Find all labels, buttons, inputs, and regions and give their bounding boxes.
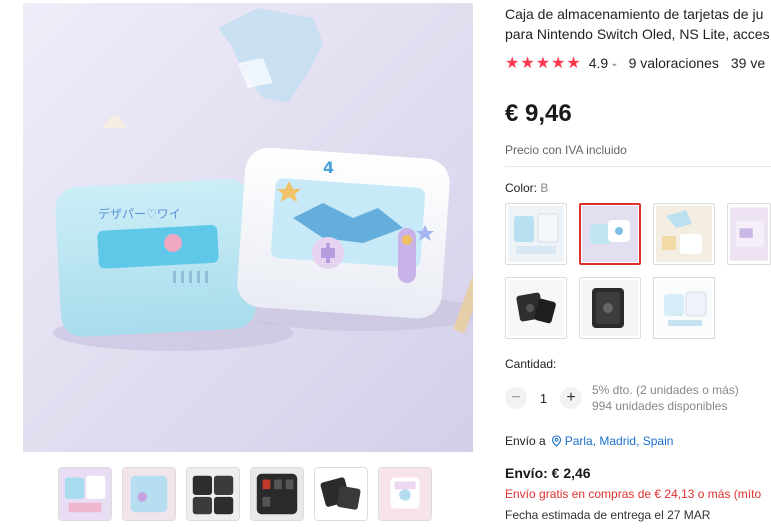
star-icon: ★: [551, 55, 566, 72]
product-title: Caja de almacenamiento de tarjetas de ju…: [505, 4, 771, 44]
rating-value[interactable]: 4.9: [589, 55, 608, 71]
delivery-estimate: Fecha estimada de entrega el 27 MAR: [505, 508, 711, 522]
color-swatch-f[interactable]: [579, 277, 641, 339]
shipping-cost: Envío: € 2,46: [505, 465, 591, 481]
ship-to-row: Envío a Parla, Madrid, Spain: [505, 434, 673, 448]
thumbnail-6[interactable]: [378, 467, 432, 521]
thumbnail-2[interactable]: [122, 467, 176, 521]
main-product-image[interactable]: デザパー♡ワイ 4: [23, 3, 473, 452]
thumbnail-4[interactable]: [250, 467, 304, 521]
star-icon: ★: [535, 55, 551, 72]
color-swatch-e[interactable]: [505, 277, 567, 339]
quantity-label: Cantidad:: [505, 357, 557, 371]
quantity-value[interactable]: 1: [527, 391, 560, 406]
star-icon: ★: [505, 55, 520, 72]
product-title-line-2: para Nintendo Switch Oled, NS Lite, acce…: [505, 26, 770, 42]
color-selected-value: B: [540, 181, 549, 195]
quantity-info: 5% dto. (2 unidades o más) 994 unidades …: [592, 382, 739, 414]
thumbnail-1[interactable]: [58, 467, 112, 521]
thumbnail-5[interactable]: [314, 467, 368, 521]
location-pin-icon: [551, 435, 561, 447]
ship-to-label: Envío a: [505, 434, 546, 448]
color-swatch-a[interactable]: [505, 203, 567, 265]
vat-note: Precio con IVA incluido: [505, 143, 627, 157]
divider: [505, 166, 771, 167]
sold-count: 39 ve: [730, 55, 766, 71]
star-rating: ★ ★ ★ ★ ★: [505, 53, 581, 73]
thumbnail-strip: [58, 467, 432, 521]
free-shipping-note: Envío gratis en compras de € 24,13 o más…: [505, 487, 762, 501]
stock-available: 994 unidades disponibles: [592, 399, 728, 413]
svg-text:デザパー♡ワイ: デザパー♡ワイ: [98, 206, 181, 221]
star-icon: ★: [566, 55, 581, 72]
color-swatch-g[interactable]: [653, 277, 715, 339]
color-label-text: Color:: [505, 181, 541, 195]
quantity-decrease-button[interactable]: −: [505, 387, 527, 409]
color-swatch-b[interactable]: [579, 203, 641, 265]
color-label: Color: B: [505, 181, 548, 195]
ship-location-link[interactable]: Parla, Madrid, Spain: [565, 434, 674, 448]
color-swatch-c[interactable]: [653, 203, 715, 265]
thumbnail-3[interactable]: [186, 467, 240, 521]
chevron-down-icon[interactable]: ⌄: [610, 58, 618, 69]
rating-row: ★ ★ ★ ★ ★ 4.9 ⌄ 9 valoraciones 39 ve: [505, 53, 771, 73]
quantity-increase-button[interactable]: +: [560, 387, 582, 409]
product-price: € 9,46: [505, 100, 572, 127]
bulk-discount-note: 5% dto. (2 unidades o más): [592, 383, 739, 397]
reviews-link[interactable]: 9 valoraciones: [629, 55, 719, 71]
color-swatch-d[interactable]: [727, 203, 771, 265]
product-title-line-1: Caja de almacenamiento de tarjetas de ju: [505, 6, 764, 22]
quantity-stepper: − 1 +: [505, 386, 582, 410]
svg-text:4: 4: [323, 158, 334, 177]
star-icon: ★: [520, 55, 535, 72]
